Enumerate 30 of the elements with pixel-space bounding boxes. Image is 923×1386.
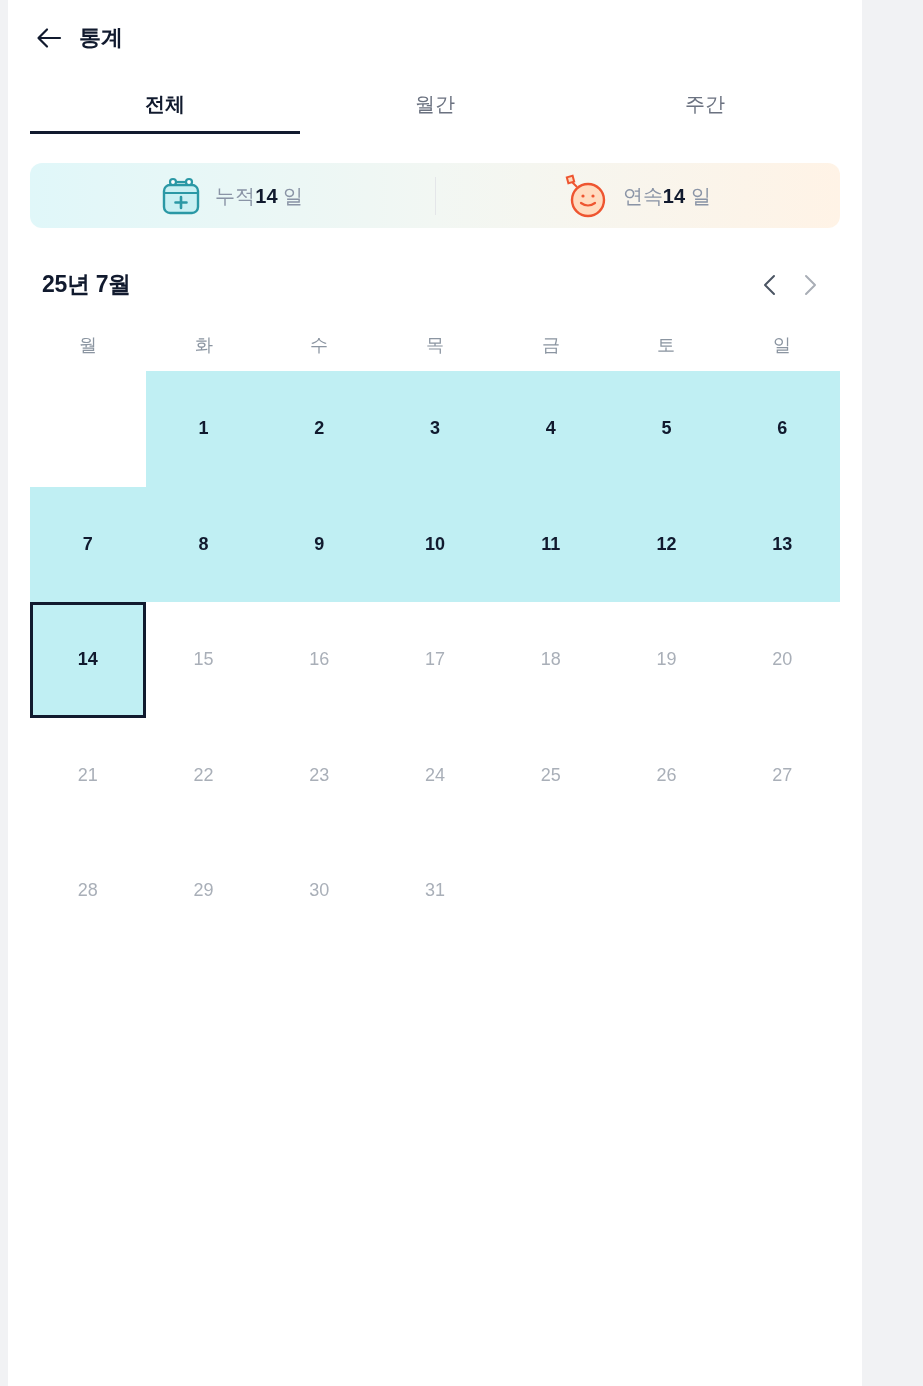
tab[interactable]: 주간	[570, 84, 840, 134]
calendar-plus-icon	[161, 175, 202, 216]
calendar-day[interactable]: 10	[377, 486, 493, 602]
back-arrow-icon[interactable]	[36, 26, 62, 50]
calendar-day[interactable]: 1	[145, 371, 262, 487]
calendar-day[interactable]: 14	[30, 602, 146, 718]
calendar-day[interactable]: 12	[608, 486, 725, 602]
calendar-day[interactable]: 2	[261, 371, 378, 487]
weekday-label: 화	[193, 333, 214, 357]
calendar-day[interactable]: 4	[492, 371, 609, 487]
weekday-label: 수	[309, 333, 330, 357]
calendar-day[interactable]: 6	[724, 371, 840, 487]
calendar-day[interactable]: 3	[377, 371, 493, 487]
calendar-day[interactable]: 8	[145, 486, 262, 602]
calendar-day[interactable]: 13	[724, 486, 840, 602]
weekday-label: 토	[656, 333, 677, 357]
weekday-label: 월	[77, 333, 98, 357]
tab[interactable]: 월간	[300, 84, 570, 134]
weekday-label: 일	[772, 333, 793, 357]
month-title: 25년 7월	[42, 271, 131, 299]
streak-days-text: 연속14 일	[622, 183, 711, 209]
tab[interactable]: 전체	[30, 84, 300, 134]
weekday-label: 목	[425, 333, 445, 357]
calendar-day[interactable]: 7	[30, 486, 146, 602]
calendar-day[interactable]: 11	[492, 486, 609, 602]
total-days-text: 누적14 일	[215, 183, 304, 209]
calendar-day[interactable]: 5	[608, 371, 725, 487]
page-title: 통계	[79, 24, 122, 52]
weekday-label: 금	[540, 333, 561, 357]
calendar-day[interactable]: 9	[261, 486, 378, 602]
